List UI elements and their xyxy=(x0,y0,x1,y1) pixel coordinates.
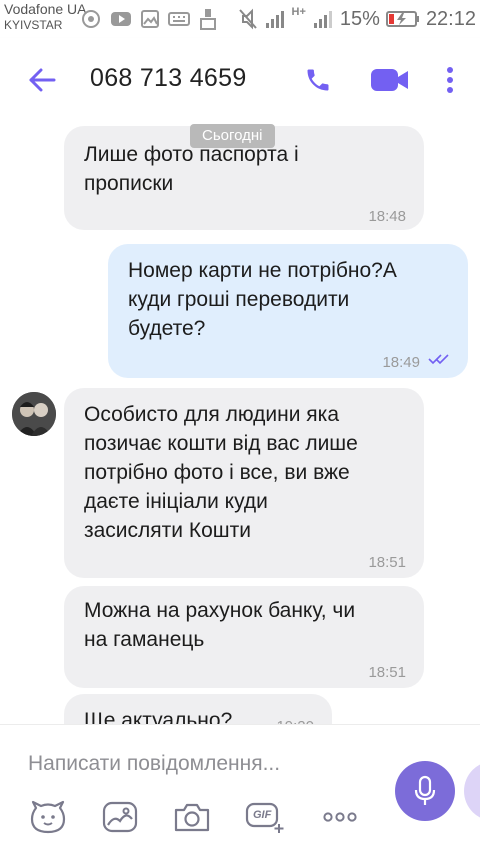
network-type: H+ xyxy=(291,6,306,18)
message-text: Лише фото паспорта і прописки xyxy=(84,143,299,195)
message-time: 18:48 xyxy=(368,208,406,225)
message-text: Особисто для людини яка позичає кошти ві… xyxy=(84,403,358,542)
gif-label: GIF xyxy=(253,809,272,821)
keyboard-icon xyxy=(168,12,190,26)
video-call-button[interactable] xyxy=(368,64,412,96)
more-options-icon xyxy=(323,812,357,822)
camera-button[interactable] xyxy=(170,795,214,839)
chat-header: 068 713 4659 xyxy=(0,38,480,122)
clock: 22:12 xyxy=(425,7,476,30)
sticker-icon xyxy=(30,800,66,834)
message-text: Номер карти не потрібно?А куди гроші пер… xyxy=(128,259,397,340)
message-text: Ще актуально? xyxy=(84,709,233,724)
message-text: Можна на рахунок банку, чи на гаманець xyxy=(84,599,356,651)
message-outgoing[interactable]: Номер карти не потрібно?А куди гроші пер… xyxy=(108,244,468,378)
contact-avatar[interactable] xyxy=(12,392,56,436)
secondary-action-button[interactable] xyxy=(464,761,480,821)
sticker-button[interactable] xyxy=(26,795,70,839)
gallery-icon xyxy=(102,801,138,833)
contact-photo xyxy=(12,392,56,436)
gallery-notification-icon xyxy=(141,10,159,28)
camera-icon xyxy=(174,803,210,832)
message-time: 19:20 xyxy=(276,712,314,724)
signal-icon xyxy=(265,11,284,28)
contact-title[interactable]: 068 713 4659 xyxy=(90,64,247,93)
message-input[interactable] xyxy=(28,747,368,781)
more-menu-button[interactable] xyxy=(436,62,464,98)
microphone-icon xyxy=(414,775,436,805)
attachment-toolbar: GIF xyxy=(0,795,380,839)
video-camera-icon xyxy=(371,69,408,91)
message-time: 18:51 xyxy=(368,664,406,681)
message-time: 18:51 xyxy=(368,554,406,571)
hotspot-icon xyxy=(82,10,100,28)
mute-icon xyxy=(238,8,257,30)
youtube-icon xyxy=(111,12,131,26)
composer: GIF xyxy=(0,724,480,854)
more-options-button[interactable] xyxy=(318,795,362,839)
message-incoming[interactable]: Особисто для людини яка позичає кошти ві… xyxy=(64,388,424,578)
battery-percent: 15% xyxy=(339,7,380,30)
message-list[interactable]: Лише фото паспорта і прописки 18:48 Сьог… xyxy=(0,122,480,724)
date-divider: Сьогодні xyxy=(190,124,275,148)
cleaner-icon xyxy=(200,9,216,30)
battery-charging-icon xyxy=(385,11,419,27)
read-receipt-icon xyxy=(428,354,449,365)
message-incoming[interactable]: Можна на рахунок банку, чи на гаманець 1… xyxy=(64,586,424,688)
carrier-secondary: KYIVSTAR xyxy=(4,18,63,32)
message-time: 18:49 xyxy=(382,354,420,371)
carrier-primary: Vodafone UA xyxy=(4,1,87,17)
back-button[interactable] xyxy=(26,64,58,96)
back-arrow-icon xyxy=(29,68,56,92)
signal-2-icon xyxy=(313,11,332,28)
notification-icons xyxy=(80,6,218,32)
call-button[interactable] xyxy=(300,62,336,98)
status-bar: Vodafone UA KYIVSTAR H+ 15% 22:12 xyxy=(0,0,480,38)
phone-icon xyxy=(307,69,329,91)
gallery-button[interactable] xyxy=(98,795,142,839)
message-incoming[interactable]: Ще актуально? 19:20 xyxy=(64,694,332,724)
gif-button[interactable]: GIF xyxy=(244,795,288,839)
voice-message-button[interactable] xyxy=(395,761,455,821)
vertical-dots-icon xyxy=(447,67,453,93)
status-right: H+ 15% 22:12 xyxy=(238,6,476,32)
viber-chat-screen: Vodafone UA KYIVSTAR H+ 15% 22:12 068 71… xyxy=(0,0,480,854)
